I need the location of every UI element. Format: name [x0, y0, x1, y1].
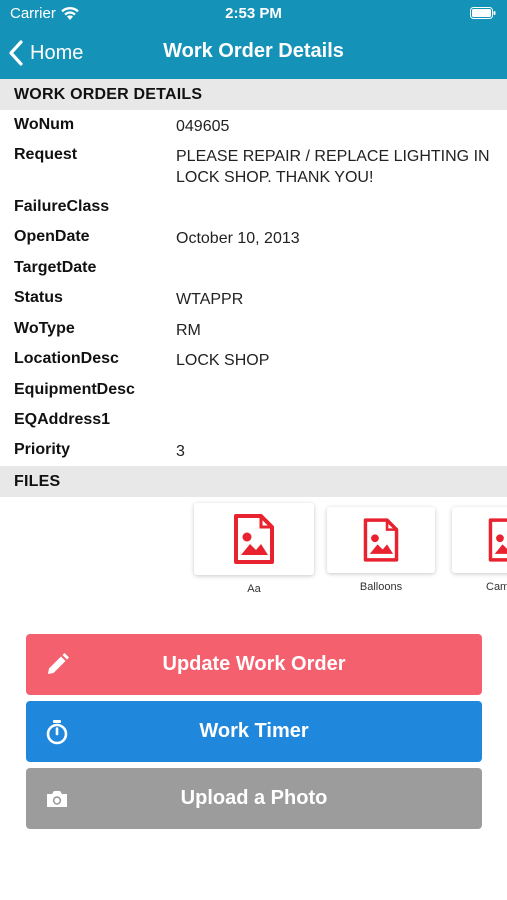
- detail-label: OpenDate: [14, 228, 90, 245]
- detail-label: Request: [14, 146, 78, 163]
- image-file-icon: [234, 514, 274, 564]
- work-timer-label: Work Timer: [199, 720, 309, 742]
- file-thumbnail[interactable]: [452, 507, 507, 573]
- detail-value: LOCK SHOP: [176, 352, 270, 369]
- update-work-order-label: Update Work Order: [162, 653, 346, 675]
- upload-photo-label: Upload a Photo: [180, 787, 328, 809]
- detail-label: FailureClass: [14, 198, 110, 215]
- detail-value: 3: [176, 443, 185, 460]
- detail-label: WoType: [14, 320, 75, 337]
- file-label: Aa: [247, 583, 261, 595]
- detail-value: RM: [176, 322, 201, 339]
- detail-value: 049605: [176, 118, 230, 135]
- detail-label: WoNum: [14, 116, 75, 133]
- app-header: Carrier 2:53 PM Home Work Order Details: [0, 0, 507, 79]
- update-work-order-button[interactable]: Update Work Order: [26, 634, 482, 695]
- image-file-icon: [488, 518, 507, 562]
- page-title: Work Order Details: [163, 40, 344, 62]
- detail-label: EquipmentDesc: [14, 381, 135, 398]
- section-header-details: WORK ORDER DETAILS: [0, 79, 507, 110]
- file-item-aa[interactable]: Aa: [194, 503, 314, 595]
- work-timer-button[interactable]: Work Timer: [26, 701, 482, 762]
- files-carousel[interactable]: Aa Balloons Cam: [0, 497, 507, 607]
- detail-label: LocationDesc: [14, 350, 119, 367]
- status-bar: Carrier 2:53 PM: [0, 0, 507, 28]
- detail-value: PLEASE REPAIR / REPLACE LIGHTING IN LOCK…: [176, 148, 490, 186]
- detail-label: Priority: [14, 441, 71, 458]
- battery-icon: [470, 7, 496, 19]
- detail-value: October 10, 2013: [176, 230, 300, 247]
- file-thumbnail[interactable]: [327, 507, 435, 573]
- status-time: 2:53 PM: [225, 5, 282, 22]
- file-thumbnail[interactable]: [194, 503, 314, 575]
- image-file-icon: [363, 518, 399, 562]
- file-label: Balloons: [359, 581, 403, 593]
- navigation-bar: Home Work Order Details: [0, 28, 507, 79]
- file-item-cam[interactable]: Cam: [452, 507, 507, 593]
- detail-label: Status: [14, 289, 63, 306]
- detail-label: TargetDate: [14, 259, 97, 276]
- section-header-files: FILES: [0, 466, 507, 497]
- file-item-balloons[interactable]: Balloons: [327, 507, 435, 593]
- detail-value: WTAPPR: [176, 291, 244, 308]
- file-label: Cam: [486, 581, 507, 593]
- upload-photo-button[interactable]: Upload a Photo: [26, 768, 482, 829]
- detail-label: EQAddress1: [14, 411, 111, 428]
